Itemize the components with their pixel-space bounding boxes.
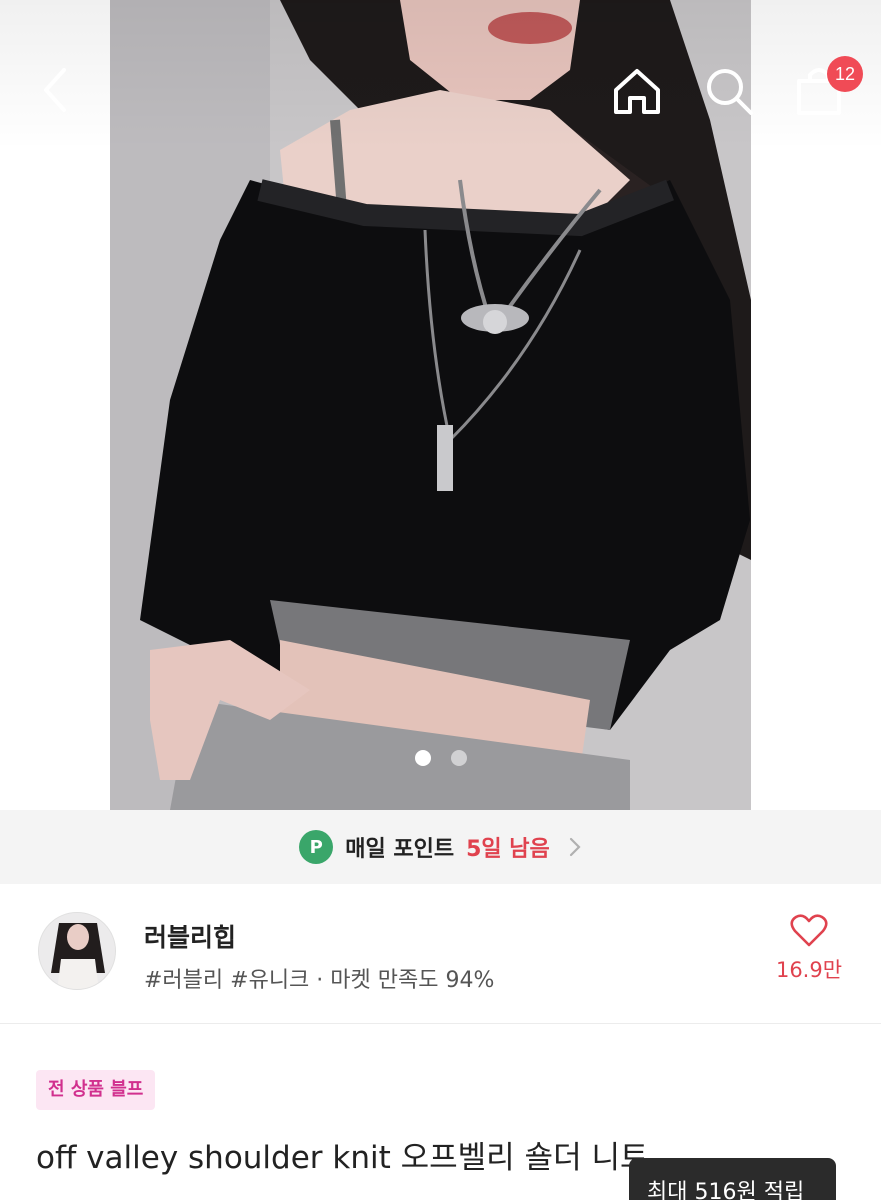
points-remaining: 5일 남음 <box>466 837 550 862</box>
points-label: 매일 포인트 <box>345 837 455 862</box>
reward-tooltip[interactable]: 최대 516원 적립 <box>629 1158 836 1200</box>
home-icon <box>614 69 660 114</box>
chevron-right-icon <box>569 837 581 857</box>
like-count: 16.9만 <box>775 958 843 982</box>
gallery-pagination <box>0 750 881 770</box>
heart-icon <box>790 914 828 947</box>
back-button[interactable] <box>30 62 80 118</box>
shop-avatar[interactable] <box>38 912 116 990</box>
shop-name: 러블리힙 <box>144 923 237 952</box>
pagination-dot[interactable] <box>450 750 467 766</box>
cart-count-badge: 12 <box>827 56 863 92</box>
product-title: off valley shoulder knit 오프벨리 숄더 니트 <box>36 1140 649 1176</box>
search-icon <box>707 69 753 115</box>
sale-badge: 전 상품 블프 <box>36 1070 156 1110</box>
daily-points-banner[interactable]: P 매일 포인트 5일 남음 <box>0 810 881 884</box>
points-icon: P <box>299 830 334 864</box>
home-button[interactable] <box>606 62 668 120</box>
search-button[interactable] <box>700 62 758 120</box>
like-button[interactable]: 16.9만 <box>764 914 854 994</box>
pagination-dot-active[interactable] <box>414 750 431 766</box>
shop-tags: #러블리 #유니크 · 마켓 만족도 94% <box>144 968 495 993</box>
shop-info[interactable]: 러블리힙 #러블리 #유니크 · 마켓 만족도 94% 16.9만 <box>0 884 881 1024</box>
chevron-left-icon <box>44 68 66 112</box>
product-image-gallery[interactable]: 12 <box>0 0 881 810</box>
